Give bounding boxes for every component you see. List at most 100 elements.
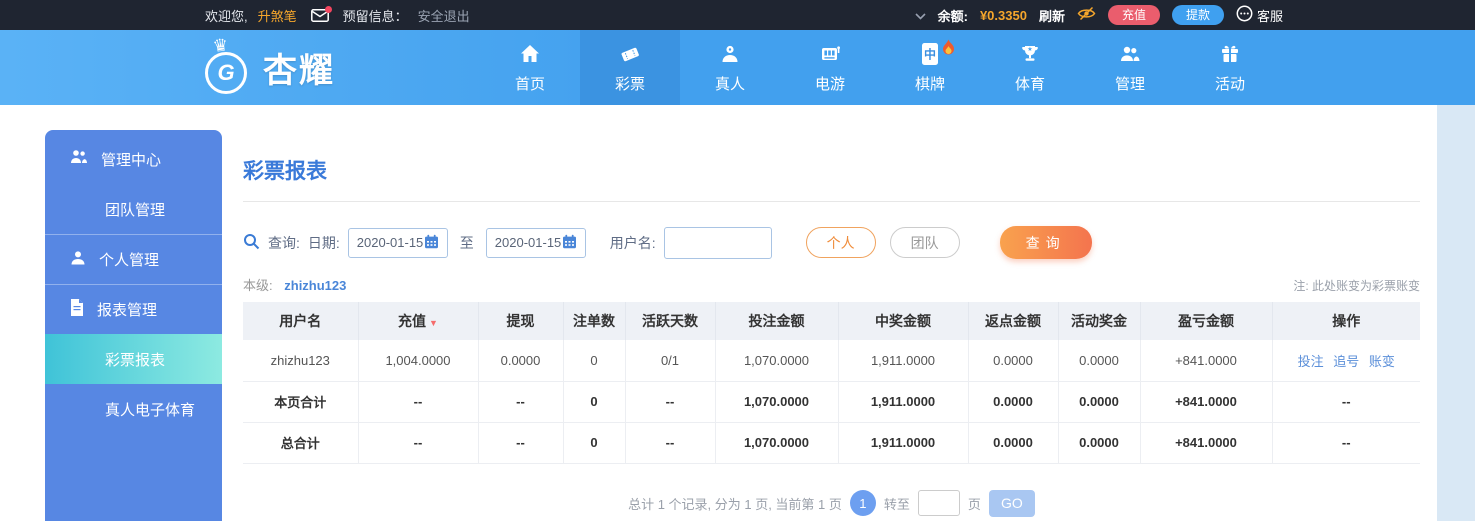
brand-emblem-icon: ♛ G bbox=[203, 35, 253, 96]
withdraw-button[interactable]: 提款 bbox=[1171, 5, 1224, 25]
sidebar-item-team-manage[interactable]: 团队管理 bbox=[45, 184, 222, 234]
col-win-amount: 中奖金额 bbox=[838, 302, 969, 340]
nav-item-egames[interactable]: 电游 bbox=[780, 30, 880, 105]
notification-dot bbox=[324, 5, 332, 13]
username-input[interactable] bbox=[663, 226, 772, 259]
col-bet-amount: 投注金额 bbox=[715, 302, 839, 340]
logout-link[interactable]: 安全退出 bbox=[418, 6, 470, 25]
table-header-row: 用户名 充值 ▼ 提现 注单数 活跃天数 投注金额 中奖金额 返点金额 活动奖金 … bbox=[243, 302, 1420, 340]
level-info: 本级: zhizhu123 bbox=[243, 275, 346, 294]
page-1-button[interactable]: 1 bbox=[849, 490, 876, 516]
group-icon bbox=[69, 148, 89, 170]
bet-link[interactable]: 投注 bbox=[1298, 354, 1324, 369]
nav-item-manage[interactable]: 管理 bbox=[1080, 30, 1180, 105]
topbar: 欢迎您, 升煞笔 预留信息： 安全退出 余额: ¥0.3350 刷新 充值 提款 bbox=[0, 0, 1475, 30]
chat-icon bbox=[1236, 5, 1253, 25]
ticket-icon bbox=[618, 42, 642, 66]
nav-item-lottery[interactable]: 彩票 bbox=[580, 30, 680, 105]
pagination-summary: 总计 1 个记录, 分为 1 页, 当前第 1 页 bbox=[628, 496, 842, 512]
col-active-days: 活跃天数 bbox=[625, 302, 716, 340]
report-table: 用户名 充值 ▼ 提现 注单数 活跃天数 投注金额 中奖金额 返点金额 活动奖金 … bbox=[243, 302, 1420, 464]
svg-text:中: 中 bbox=[924, 46, 936, 61]
nav-item-chess[interactable]: 中 棋牌 bbox=[880, 30, 980, 105]
home-icon bbox=[518, 42, 542, 66]
go-button[interactable]: GO bbox=[988, 489, 1035, 517]
col-username: 用户名 bbox=[243, 302, 359, 340]
sidebar-item-personal-manage[interactable]: 个人管理 bbox=[45, 234, 222, 284]
welcome-text: 欢迎您, bbox=[205, 8, 248, 24]
sidebar-item-report-manage[interactable]: 报表管理 bbox=[45, 284, 222, 334]
col-profit-amount: 盈亏金额 bbox=[1140, 302, 1273, 340]
table-row-page-total: 本页合计 -- -- 0 -- 1,070.0000 1,911.0000 0.… bbox=[243, 381, 1420, 423]
col-rebate-amount: 返点金额 bbox=[968, 302, 1059, 340]
search-toolbar: 查询: 日期: 2020-01-15 至 2020-01-15 用户名: 个人 … bbox=[243, 226, 1420, 259]
nav-item-live[interactable]: 真人 bbox=[680, 30, 780, 105]
sidebar-item-live-esports[interactable]: 真人电子体育 bbox=[45, 384, 222, 434]
refresh-link[interactable]: 刷新 bbox=[1039, 6, 1065, 25]
balance-value: ¥0.3350 bbox=[979, 7, 1027, 23]
deposit-button[interactable]: 充值 bbox=[1107, 5, 1160, 25]
brand-name: 杏耀 bbox=[263, 52, 335, 90]
brand-logo[interactable]: ♛ G 杏耀 bbox=[0, 30, 480, 105]
sidebar-item-lottery-report[interactable]: 彩票报表 bbox=[45, 334, 222, 384]
date-from-input[interactable]: 2020-01-15 bbox=[347, 227, 448, 258]
nav-item-activity[interactable]: 活动 bbox=[1180, 30, 1280, 105]
col-activity-bonus: 活动奖金 bbox=[1058, 302, 1141, 340]
note-text: 注: 此处账变为彩票账变 bbox=[1293, 279, 1420, 293]
sort-desc-icon: ▼ bbox=[429, 318, 438, 328]
calendar-icon bbox=[424, 234, 439, 252]
eye-off-icon[interactable] bbox=[1077, 6, 1096, 24]
search-button[interactable]: 查询 bbox=[999, 226, 1092, 259]
search-icon bbox=[243, 233, 260, 253]
users-icon bbox=[1118, 42, 1142, 66]
pagination: 总计 1 个记录, 分为 1 页, 当前第 1 页 1 转至 页 GO bbox=[243, 489, 1420, 517]
customer-service-button[interactable]: 客服 bbox=[1236, 5, 1283, 25]
level-username-link[interactable]: zhizhu123 bbox=[284, 278, 346, 293]
mahjong-tile-icon: 中 bbox=[921, 39, 954, 66]
chase-link[interactable]: 追号 bbox=[1333, 354, 1359, 369]
nav-item-sports[interactable]: ★ 体育 bbox=[980, 30, 1080, 105]
slot-machine-icon bbox=[818, 42, 842, 66]
main-panel: 彩票报表 查询: 日期: 2020-01-15 至 2020-01-15 用户名… bbox=[243, 105, 1420, 517]
topbar-right: 余额: ¥0.3350 刷新 充值 提款 客服 bbox=[915, 5, 1475, 25]
flame-badge-icon bbox=[941, 39, 956, 62]
topbar-left: 欢迎您, 升煞笔 预留信息： 安全退出 bbox=[0, 5, 470, 25]
nav-item-home[interactable]: 首页 bbox=[480, 30, 580, 105]
service-label: 客服 bbox=[1256, 8, 1283, 24]
balance-label: 余额: bbox=[937, 8, 968, 24]
operations-cell: 投注 追号 账变 bbox=[1272, 340, 1420, 382]
reserved-info-label: 预留信息： bbox=[342, 8, 408, 24]
file-icon bbox=[69, 298, 85, 321]
trophy-icon: ★ bbox=[1018, 42, 1042, 66]
col-operations: 操作 bbox=[1272, 302, 1420, 340]
query-label: 查询: bbox=[268, 234, 300, 251]
content-area: 管理中心 团队管理 个人管理 报表管理 彩票报表 真人电子体育 彩票报表 查询:… bbox=[0, 105, 1475, 521]
username-text: 升煞笔 bbox=[257, 8, 297, 24]
page-unit-label: 页 bbox=[967, 496, 981, 512]
to-label: 至 bbox=[459, 234, 474, 251]
page: 欢迎您, 升煞笔 预留信息： 安全退出 余额: ¥0.3350 刷新 充值 提款 bbox=[0, 0, 1475, 521]
date-label: 日期: bbox=[307, 234, 340, 251]
live-person-icon bbox=[718, 42, 742, 66]
col-deposit-sortable[interactable]: 充值 ▼ bbox=[358, 302, 479, 340]
right-background-strip bbox=[1437, 105, 1475, 521]
calendar-icon bbox=[562, 234, 577, 252]
table-row-grand-total: 总合计 -- -- 0 -- 1,070.0000 1,911.0000 0.0… bbox=[243, 422, 1420, 464]
col-bet-count: 注单数 bbox=[563, 302, 626, 340]
sidebar: 管理中心 团队管理 个人管理 报表管理 彩票报表 真人电子体育 bbox=[45, 130, 222, 521]
account-change-link[interactable]: 账变 bbox=[1369, 354, 1395, 369]
date-to-input[interactable]: 2020-01-15 bbox=[485, 227, 586, 258]
nav-items: 首页 彩票 真人 电游 中 棋牌 ★ 体育 管理 活动 bbox=[480, 30, 1280, 105]
page-title: 彩票报表 bbox=[243, 155, 1420, 202]
team-filter-button[interactable]: 团队 bbox=[889, 227, 960, 258]
sidebar-item-manage-center[interactable]: 管理中心 bbox=[45, 134, 222, 184]
level-row: 本级: zhizhu123 注: 此处账变为彩票账变 bbox=[243, 275, 1420, 294]
username-label: 用户名: bbox=[609, 234, 656, 251]
chevron-down-icon[interactable] bbox=[915, 8, 926, 23]
goto-page-input[interactable] bbox=[917, 490, 960, 516]
col-withdraw: 提现 bbox=[478, 302, 564, 340]
level-label: 本级: bbox=[243, 278, 273, 293]
gift-icon bbox=[1218, 42, 1242, 66]
envelope-icon[interactable] bbox=[310, 5, 332, 22]
personal-filter-button[interactable]: 个人 bbox=[805, 227, 876, 258]
